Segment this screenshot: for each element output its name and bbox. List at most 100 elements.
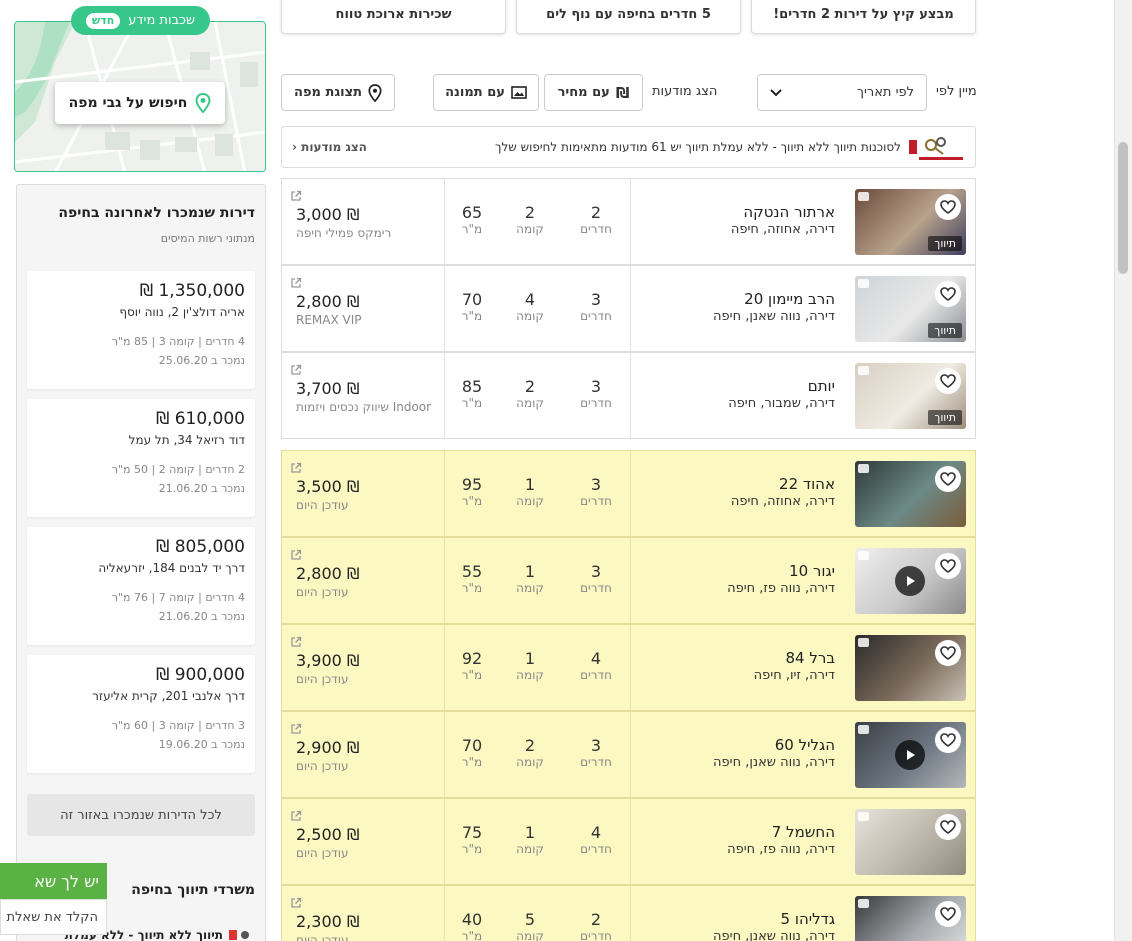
listing-row[interactable]: ברל 84 דירה, זיו, חיפה 4 חדרים 1 קומה 92… [281, 624, 976, 711]
map-search-button[interactable]: חיפוש על גבי מפה [55, 82, 225, 124]
listing-size: 70 מ"ר [442, 290, 502, 323]
listing-street: ארתור הנטקה [743, 203, 835, 221]
map-preview[interactable]: חיפוש על גבי מפה [14, 21, 266, 172]
sold-price: 805,000 ₪ [155, 537, 245, 557]
listing-size: 85 מ"ר [442, 377, 502, 410]
broker-logo-icon [229, 930, 249, 940]
listing-floor: 1 קומה [500, 475, 560, 508]
listing-price-box: 3,500 ₪ עודכן היום [296, 477, 359, 512]
listing-price-box: 3,900 ₪ עודכן היום [296, 651, 359, 686]
chat-input[interactable]: הקלד את שאלת [0, 899, 107, 935]
sold-details: 4 חדרים | קומה 3 | 85 מ"ר [111, 335, 245, 348]
scrollbar-thumb[interactable] [1118, 142, 1128, 274]
listing-city: דירה, שמבור, חיפה [728, 396, 835, 411]
floor-value: 2 [524, 203, 536, 222]
play-video-icon[interactable] [895, 566, 925, 596]
sort-select[interactable]: לפי תאריך [757, 74, 927, 111]
listing-price-box: 3,700 ₪ Indoor שיווק נכסים ויזמות [296, 379, 431, 414]
broker-tag: תיווך [928, 323, 962, 338]
scrollbar[interactable] [1114, 0, 1132, 941]
with-photo-button[interactable]: עם תמונה [433, 74, 539, 111]
listing-address: יגור 10 דירה, נווה פז, חיפה [727, 562, 835, 596]
sold-date: נמכר ב 21.06.20 [158, 610, 245, 623]
listing-row[interactable]: תיווך יותם דירה, שמבור, חיפה 3 חדרים 2 ק… [281, 352, 976, 439]
size-value: 55 [461, 562, 483, 581]
column-divider [444, 625, 445, 710]
external-link-icon[interactable] [290, 807, 302, 826]
size-value: 85 [461, 377, 483, 396]
listing-row[interactable]: הגליל 60 דירה, נווה שאנן, חיפה 3 חדרים 2… [281, 711, 976, 798]
listing-size: 70 מ"ר [442, 736, 502, 769]
size-label: מ"ר [461, 755, 483, 769]
listing-city: דירה, נווה שאנן, חיפה [713, 755, 835, 770]
favorite-heart-icon[interactable] [935, 901, 961, 927]
external-link-icon[interactable] [290, 459, 302, 478]
listing-photo[interactable] [855, 461, 966, 527]
photo-count-icon [858, 812, 869, 821]
promo-button-summer[interactable]: מבצע קיץ על דירות 2 חדרים! [751, 0, 976, 34]
agency-ad-bar[interactable]: לסוכנות תיווך ללא תיווך - ללא עמלת תיווך… [281, 126, 976, 168]
listing-floor: 2 קומה [500, 203, 560, 236]
chat-header[interactable]: יש לך שא [0, 863, 107, 899]
listing-size: 40 מ"ר [442, 910, 502, 941]
favorite-heart-icon[interactable] [935, 814, 961, 840]
map-view-button[interactable]: תצוגת מפה [281, 74, 395, 111]
favorite-heart-icon[interactable] [935, 368, 961, 394]
info-layers-badge[interactable]: שכבות מידע חדש [71, 6, 210, 35]
listing-photo[interactable] [855, 548, 966, 614]
agency-ad-text: לסוכנות תיווך ללא תיווך - ללא עמלת תיווך… [495, 140, 901, 154]
sold-card[interactable]: 900,000 ₪ דרך אלנבי 201, קרית אליעזר 3 ח… [27, 655, 255, 773]
listing-photo[interactable]: תיווך [855, 363, 966, 429]
sold-card[interactable]: 805,000 ₪ דרך יד לבנים 184, יזרעאליה 4 ח… [27, 527, 255, 645]
listing-street: הרב מיימון 20 [744, 290, 835, 308]
listing-photo[interactable] [855, 896, 966, 941]
listing-price: 3,700 ₪ [296, 379, 360, 398]
favorite-heart-icon[interactable] [935, 640, 961, 666]
floor-label: קומה [516, 222, 544, 236]
keys-logo-icon [909, 137, 963, 160]
sold-date: נמכר ב 21.06.20 [158, 482, 245, 495]
favorite-heart-icon[interactable] [935, 281, 961, 307]
sold-address: דוד רזיאל 34, תל עמל [128, 433, 245, 447]
show-listings-link[interactable]: הצג מודעות ‹ [292, 140, 367, 154]
listing-row[interactable]: אהוד 22 דירה, אחוזה, חיפה 3 חדרים 1 קומה… [281, 450, 976, 537]
all-sold-button[interactable]: לכל הדירות שנמכרו באזור זה [27, 794, 255, 836]
rooms-value: 2 [590, 203, 602, 222]
rooms-value: 3 [590, 475, 602, 494]
listing-photo[interactable]: תיווך [855, 276, 966, 342]
favorite-heart-icon[interactable] [935, 727, 961, 753]
sold-price: 900,000 ₪ [155, 665, 245, 685]
favorite-heart-icon[interactable] [935, 466, 961, 492]
listing-photo[interactable] [855, 809, 966, 875]
listing-row[interactable]: גדליהו 5 דירה, נווה שאנן, חיפה 2 חדרים 5… [281, 885, 976, 941]
listing-row[interactable]: החשמל 7 דירה, נווה פז, חיפה 4 חדרים 1 קו… [281, 798, 976, 885]
sold-card[interactable]: 1,350,000 ₪ אריה דולצ'ין 2, נווה יוסף 4 … [27, 271, 255, 389]
listing-photo[interactable] [855, 635, 966, 701]
play-video-icon[interactable] [895, 740, 925, 770]
external-link-icon[interactable] [290, 187, 302, 206]
external-link-icon[interactable] [290, 720, 302, 739]
listing-street: גדליהו 5 [780, 910, 835, 928]
listing-address: אהוד 22 דירה, אחוזה, חיפה [731, 475, 835, 509]
external-link-icon[interactable] [290, 546, 302, 565]
listing-row[interactable]: יגור 10 דירה, נווה פז, חיפה 3 חדרים 1 קו… [281, 537, 976, 624]
external-link-icon[interactable] [290, 633, 302, 652]
external-link-icon[interactable] [290, 894, 302, 913]
external-link-icon[interactable] [290, 274, 302, 293]
favorite-heart-icon[interactable] [935, 194, 961, 220]
promo-button-long-term[interactable]: שכירות ארוכת טווח [281, 0, 506, 34]
promo-button-sea-view[interactable]: 5 חדרים בחיפה עם נוף לים [516, 0, 741, 34]
sold-card[interactable]: 610,000 ₪ דוד רזיאל 34, תל עמל 2 חדרים |… [27, 399, 255, 517]
listing-row[interactable]: תיווך הרב מיימון 20 דירה, נווה שאנן, חיפ… [281, 265, 976, 352]
external-link-icon[interactable] [290, 361, 302, 380]
listing-floor: 2 קומה [500, 736, 560, 769]
with-price-button[interactable]: ₪ עם מחיר [544, 74, 643, 111]
broker-tag: תיווך [928, 410, 962, 425]
listing-photo[interactable] [855, 722, 966, 788]
column-divider [444, 538, 445, 623]
rooms-label: חדרים [580, 668, 612, 682]
listing-row[interactable]: תיווך ארתור הנטקה דירה, אחוזה, חיפה 2 חד… [281, 178, 976, 265]
size-label: מ"ר [461, 494, 483, 508]
listing-photo[interactable]: תיווך [855, 189, 966, 255]
favorite-heart-icon[interactable] [935, 553, 961, 579]
